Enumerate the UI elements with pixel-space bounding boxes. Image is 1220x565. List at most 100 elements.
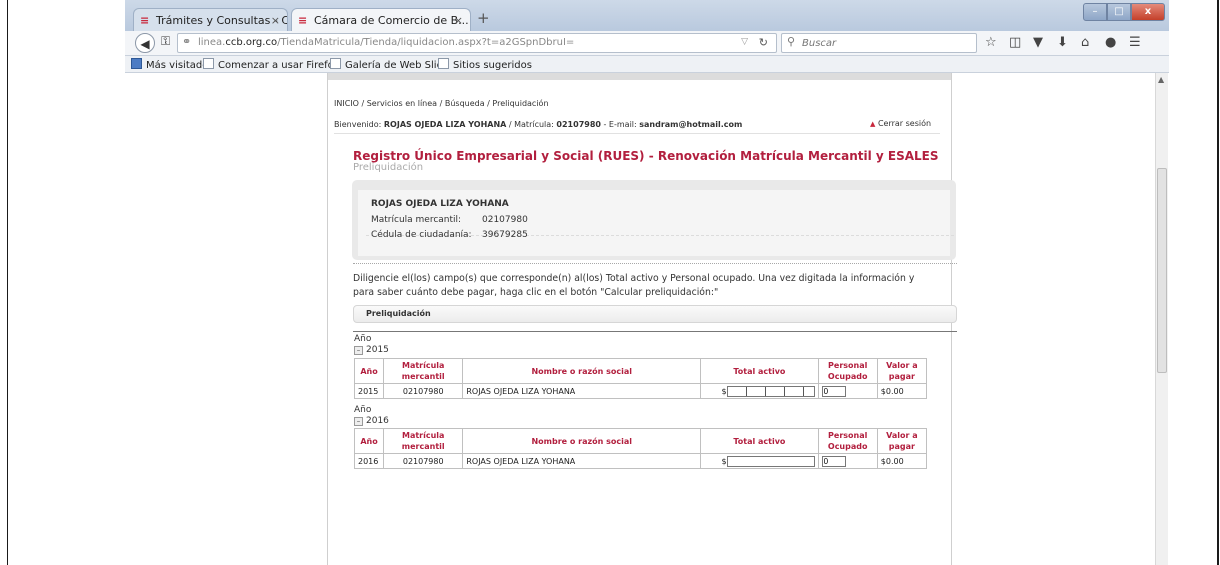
col-personal: Personal Ocupado: [817, 428, 878, 454]
bookmark-page-icon: [330, 58, 341, 69]
col-valor: Valor a pagar: [876, 358, 928, 384]
tab-tramites[interactable]: ≡ Trámites y Consultas - Cá... ×: [133, 8, 288, 31]
url-text[interactable]: linea.ccb.org.co/TiendaMatricula/Tienda/…: [198, 37, 574, 48]
bookmark-page-icon: [438, 58, 449, 69]
section-divider: [353, 331, 957, 332]
scroll-thumb[interactable]: [1157, 168, 1167, 373]
cell-total-activo: $: [700, 453, 819, 469]
maximize-button[interactable]: □: [1107, 3, 1131, 21]
cell-valor: $0.00: [876, 383, 928, 399]
cell-matricula: 02107980: [383, 383, 464, 399]
info-matricula-value: 02107980: [482, 215, 528, 225]
home-icon[interactable]: ⌂: [1081, 35, 1089, 50]
bookmarks-list-icon[interactable]: ◫: [1009, 35, 1021, 50]
back-button[interactable]: ◀: [135, 33, 155, 53]
cell-valor: $0.00: [876, 453, 928, 469]
cell-anio: 2016: [353, 453, 385, 469]
collapse-icon[interactable]: –: [354, 346, 363, 355]
table-row: 2015 02107980 ROJAS OJEDA LIZA YOHANA $ …: [353, 383, 928, 399]
divider: [334, 133, 940, 134]
search-input[interactable]: [802, 36, 972, 50]
top-menu-strip: [328, 73, 951, 80]
group-label-2015: Año: [354, 334, 372, 344]
year-table-2016: Año Matrícula mercantil Nombre o razón s…: [353, 428, 928, 469]
col-anio: Año: [353, 358, 385, 384]
search-icon: ⚲: [787, 35, 796, 48]
chat-icon[interactable]: ●: [1105, 35, 1116, 50]
new-tab-button[interactable]: +: [477, 9, 490, 27]
col-valor: Valor a pagar: [876, 428, 928, 454]
user-matricula: 02107980: [556, 120, 601, 129]
dotted-divider: [353, 263, 957, 264]
page-scrollbar[interactable]: ▲: [1155, 73, 1168, 565]
col-anio: Año: [353, 428, 385, 454]
reload-icon[interactable]: ↻: [759, 36, 768, 49]
col-matricula: Matrícula mercantil: [383, 358, 464, 384]
window-controls: – □ x: [1083, 3, 1165, 21]
tab-camara-comercio[interactable]: ≡ Cámara de Comercio de B... ×: [291, 8, 471, 31]
bookmark-mas-visitados[interactable]: Más visitados: [131, 58, 214, 71]
search-bar[interactable]: ⚲: [781, 33, 977, 53]
table-header-row: Año Matrícula mercantil Nombre o razón s…: [353, 358, 928, 384]
bookmark-star-icon[interactable]: ☆: [985, 35, 997, 50]
personal-ocupado-input[interactable]: [821, 455, 846, 467]
cell-anio: 2015: [353, 383, 385, 399]
scroll-up-icon[interactable]: ▲: [1158, 75, 1164, 84]
bookmark-page-icon: [203, 58, 214, 69]
cell-personal: [817, 453, 878, 469]
column-border-left: [327, 73, 328, 565]
info-cedula-value: 39679285: [482, 230, 528, 240]
url-bar[interactable]: ⚭ linea.ccb.org.co/TiendaMatricula/Tiend…: [177, 33, 777, 53]
cell-nombre: ROJAS OJEDA LIZA YOHANA: [462, 453, 702, 469]
user-info-box: ROJAS OJEDA LIZA YOHANA Matrícula mercan…: [352, 180, 956, 260]
logout-link[interactable]: ▲ Cerrar sesión: [870, 119, 931, 128]
col-matricula: Matrícula mercantil: [383, 428, 464, 454]
cell-personal: [817, 383, 878, 399]
user-name: ROJAS OJEDA LIZA YOHANA: [383, 120, 507, 129]
table-header-row: Año Matrícula mercantil Nombre o razón s…: [353, 428, 928, 454]
bookmarks-bar: Más visitados Comenzar a usar Firefox Ga…: [125, 56, 1169, 73]
group-toggle-2016[interactable]: –2016: [354, 416, 389, 426]
close-tab-icon[interactable]: ×: [271, 9, 280, 31]
tab-label: Cámara de Comercio de B...: [314, 14, 469, 27]
table-row: 2016 02107980 ROJAS OJEDA LIZA YOHANA $ …: [353, 453, 928, 469]
browser-window: ≡ Trámites y Consultas - Cá... × ≡ Cámar…: [125, 0, 1169, 565]
year-table-2015: Año Matrícula mercantil Nombre o razón s…: [353, 358, 928, 399]
page-content: ▲ INICIO / Servicios en línea / Búsqueda…: [125, 73, 1169, 565]
group-toggle-2015[interactable]: –2015: [354, 345, 389, 355]
globe-icon: ⚭: [182, 35, 192, 48]
welcome-line: Bienvenido: ROJAS OJEDA LIZA YOHANA / Ma…: [334, 120, 743, 129]
info-name: ROJAS OJEDA LIZA YOHANA: [371, 199, 509, 209]
key-icon[interactable]: ⚿: [161, 34, 170, 49]
col-total-activo: Total activo: [700, 428, 819, 454]
personal-ocupado-input[interactable]: [821, 385, 846, 397]
col-nombre: Nombre o razón social: [462, 428, 702, 454]
cell-nombre: ROJAS OJEDA LIZA YOHANA: [462, 383, 702, 399]
preliquidacion-section-tab[interactable]: Preliquidación: [353, 305, 957, 323]
bookmark-comenzar-firefox[interactable]: Comenzar a usar Firefox: [203, 58, 339, 71]
col-total-activo: Total activo: [700, 358, 819, 384]
total-activo-input[interactable]: [726, 455, 815, 467]
col-nombre: Nombre o razón social: [462, 358, 702, 384]
download-icon[interactable]: ⬇: [1057, 35, 1068, 50]
bookmark-folder-icon: [131, 58, 142, 69]
page-subtitle: Preliquidación: [353, 162, 424, 173]
breadcrumb[interactable]: INICIO / Servicios en línea / Búsqueda /…: [334, 99, 549, 108]
close-window-button[interactable]: x: [1131, 3, 1165, 21]
page-title: Registro Único Empresarial y Social (RUE…: [353, 149, 939, 163]
col-personal: Personal Ocupado: [817, 358, 878, 384]
close-tab-icon[interactable]: ×: [454, 9, 463, 31]
menu-icon[interactable]: ☰: [1129, 35, 1141, 50]
pocket-icon[interactable]: ▼: [1033, 35, 1043, 50]
url-dropdown-icon[interactable]: ▽: [741, 37, 748, 47]
cell-total-activo: $: [700, 383, 819, 399]
bookmark-sitios-sugeridos[interactable]: Sitios sugeridos: [438, 58, 532, 71]
minimize-button[interactable]: –: [1083, 3, 1107, 21]
ccb-favicon-icon: ≡: [298, 14, 308, 27]
bookmark-galeria-web-slice[interactable]: Galería de Web Slice: [330, 58, 448, 71]
total-activo-input[interactable]: [726, 385, 815, 397]
user-email: sandram@hotmail.com: [639, 120, 743, 129]
group-label-2016: Año: [354, 405, 372, 415]
collapse-icon[interactable]: –: [354, 417, 363, 426]
triangle-up-icon: ▲: [870, 120, 876, 128]
